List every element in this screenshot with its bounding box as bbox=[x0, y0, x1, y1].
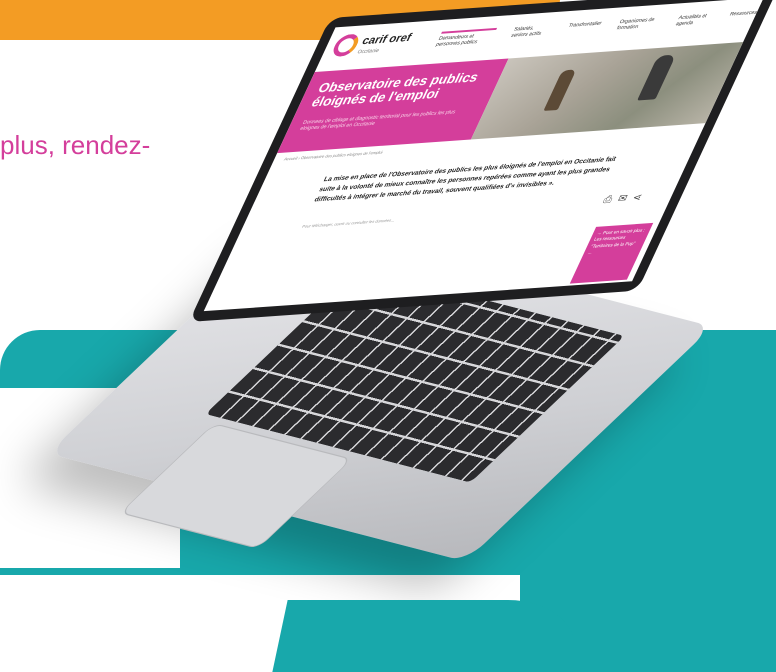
print-icon[interactable]: ⎙ bbox=[601, 194, 614, 206]
intro-paragraph: La mise en place de l'Observatoire des p… bbox=[313, 155, 618, 204]
cta-text: Pour en savoir plus : Les ressources "Te… bbox=[587, 227, 647, 255]
hero-subtitle: Donnees de ciblage et diagnostic territo… bbox=[298, 109, 457, 132]
nav-item-salaries[interactable]: Salariés, seniors actifs bbox=[508, 24, 552, 43]
laptop: carif oref Occitanie Demandeurs et perso… bbox=[0, 0, 776, 672]
logo-sub: Occitanie bbox=[356, 47, 381, 56]
nav-item-transfrontalier[interactable]: Transfrontalier bbox=[562, 21, 603, 40]
note-text[interactable]: Pour télécharger, ouvrir ou consulter le… bbox=[301, 202, 609, 229]
wheelchair-figure bbox=[637, 54, 677, 101]
laptop-screen: carif oref Occitanie Demandeurs et perso… bbox=[188, 0, 776, 323]
person-figure bbox=[543, 69, 577, 111]
nav-item-actualites[interactable]: Actualités et agenda bbox=[673, 13, 713, 32]
hero-title: Observatoire des publics éloignés de l'e… bbox=[309, 69, 482, 110]
nav-item-organismes[interactable]: Organismes de formation bbox=[614, 16, 662, 35]
hero-photo bbox=[470, 42, 744, 140]
website-screen: carif oref Occitanie Demandeurs et perso… bbox=[203, 0, 764, 312]
mail-icon[interactable]: ✉ bbox=[615, 193, 629, 205]
logo-text[interactable]: carif oref bbox=[360, 32, 414, 48]
tool-icons: ⎙ ✉ ⋖ bbox=[601, 192, 644, 206]
share-icon[interactable]: ⋖ bbox=[630, 192, 644, 204]
nav-item-demandeurs[interactable]: Demandeurs et personnes publics bbox=[434, 27, 498, 48]
teal-shape bbox=[272, 600, 588, 672]
